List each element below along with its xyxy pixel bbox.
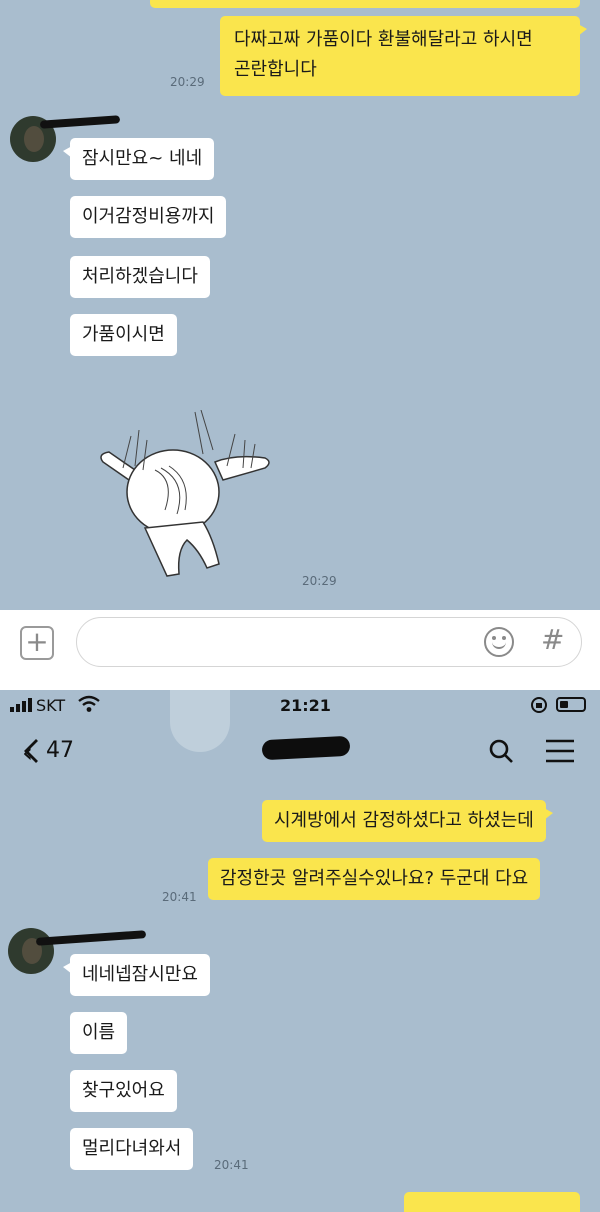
back-chevron[interactable] [22, 738, 40, 764]
message-time: 20:29 [170, 75, 205, 89]
message-bubble-cropped [150, 0, 580, 8]
rotation-lock-icon [531, 697, 547, 713]
message-bubble-theirs: 멀리다녀와서 [70, 1128, 194, 1170]
clock: 21:21 [280, 696, 331, 715]
message-bubble-mine: 감정한곳 알려주실수있나요? 두군대 다요 [208, 858, 541, 900]
wifi-icon [78, 695, 100, 712]
redacted-name [39, 115, 121, 129]
carrier-label: SKT [36, 696, 66, 715]
smile-icon[interactable] [484, 627, 514, 657]
signal-icon [10, 698, 34, 712]
message-bubble-theirs: 처리하겠습니다 [70, 256, 210, 298]
message-bubble-theirs: 이거감정비용까지 [70, 196, 227, 238]
message-bubble-theirs: 찾구있어요 [70, 1070, 177, 1112]
chat-panel-top: 다짜고짜 가품이다 환불해달라고 하시면 곤란합니다 20:29 잠시만요~ 네… [0, 0, 600, 610]
message-text: 다짜고짜 가품이다 환불해달라고 하시면 [234, 29, 533, 50]
status-bar: SKT 21:21 [0, 690, 600, 724]
message-time: 20:41 [162, 890, 197, 904]
battery-icon [556, 697, 586, 712]
message-text: 곤란합니다 [234, 59, 317, 80]
message-time: 20:41 [214, 1158, 249, 1172]
message-bubble-theirs: 네네넵잠시만요 [63, 954, 210, 996]
message-bubble-cropped [404, 1192, 580, 1212]
avatar[interactable] [8, 928, 54, 974]
message-bubble-theirs: 잠시만요~ 네네 [62, 138, 215, 180]
search-icon[interactable] [488, 738, 514, 764]
plus-icon[interactable]: + [20, 626, 54, 660]
back-count[interactable]: 47 [46, 738, 74, 763]
message-bubble-mine: 다짜고짜 가품이다 환불해달라고 하시면 곤란합니다 [220, 16, 587, 96]
dabbing-character-sticker [100, 410, 270, 577]
message-bubble-theirs: 가품이시면 [70, 314, 177, 356]
message-bubble-mine: 시계방에서 감정하셨다고 하셨는데 [262, 800, 553, 842]
message-time: 20:29 [302, 574, 337, 588]
message-bubble-theirs: 이름 [70, 1012, 128, 1054]
menu-icon[interactable] [544, 738, 576, 764]
hashtag-button[interactable]: # [541, 623, 564, 656]
